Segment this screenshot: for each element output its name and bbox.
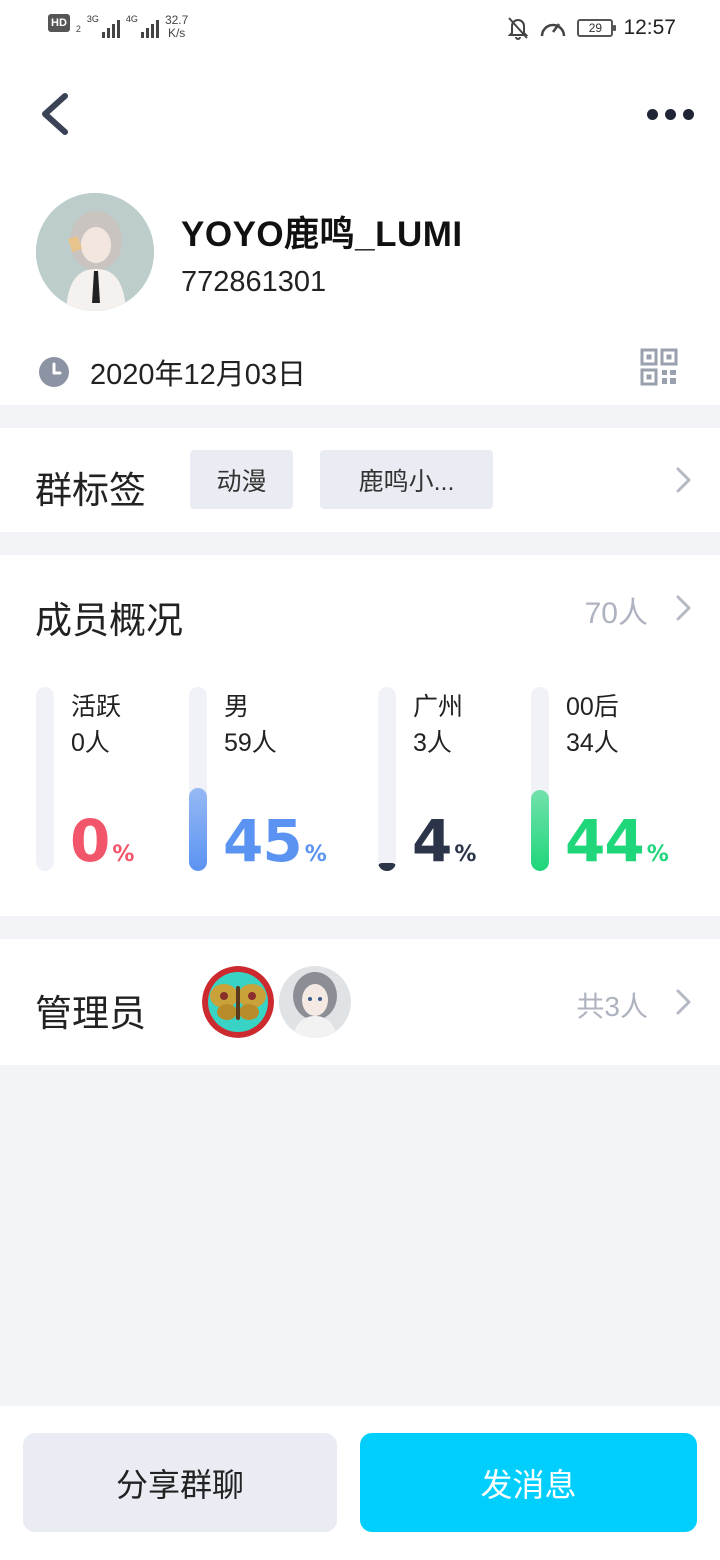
chevron-right-icon	[676, 989, 691, 1015]
chevron-right-icon	[676, 467, 691, 493]
net-type-4g: 4G	[125, 14, 138, 24]
stat-bar-track	[378, 687, 396, 871]
stat-label: 广州	[413, 693, 464, 721]
signal-3g-icon: 3G	[87, 14, 120, 38]
stat-label: 00后	[566, 693, 619, 721]
stat-bar-fill	[189, 788, 207, 871]
clock-icon	[39, 357, 69, 387]
stat-count: 3人	[413, 729, 452, 757]
stat-percent: 45%	[223, 807, 327, 875]
chevron-left-icon	[42, 93, 68, 135]
admin-count: 共3人	[576, 991, 648, 1022]
group-name: YOYO鹿鸣_LUMI	[181, 215, 463, 254]
avatar-image	[36, 193, 154, 311]
group-id: 772861301	[181, 266, 327, 298]
stat-male: 男 59人 45%	[189, 687, 349, 875]
more-button[interactable]	[640, 98, 700, 130]
signal-4g-icon: 4G	[126, 14, 159, 38]
girl-avatar-image	[279, 966, 351, 1038]
speed-value: 32.7	[164, 13, 189, 27]
battery-icon: 29	[577, 19, 617, 37]
bottom-action-bar: 分享群聊 发消息	[0, 1406, 720, 1560]
stat-percent: 0%	[70, 807, 134, 875]
admin-avatar[interactable]	[202, 966, 274, 1038]
admin-avatar[interactable]	[279, 966, 351, 1038]
member-count[interactable]: 70人	[585, 588, 648, 632]
group-avatar[interactable]	[36, 193, 154, 311]
status-right: 29 12:57	[507, 16, 676, 40]
tags-title: 群标签	[35, 470, 146, 511]
stat-age: 00后 34人 44%	[531, 687, 691, 875]
butterfly-avatar-image	[202, 966, 274, 1038]
group-profile-card: YOYO鹿鸣_LUMI 772861301 2020年12月03日	[0, 60, 720, 405]
stat-percent: 44%	[565, 807, 669, 875]
net-type-3g: 3G	[86, 14, 99, 24]
stat-count: 34人	[566, 729, 619, 757]
qr-code-button[interactable]	[640, 348, 678, 386]
stat-bar-track	[189, 687, 207, 871]
admins-row[interactable]: 管理员 共3人	[0, 939, 720, 1065]
qr-code-icon	[640, 348, 678, 386]
created-date: 2020年12月03日	[90, 359, 307, 391]
stat-bar-track	[36, 687, 54, 871]
clock: 12:57	[623, 16, 676, 39]
hd-sub: 2	[75, 24, 81, 34]
stat-bar-track	[531, 687, 549, 871]
mute-bell-icon	[508, 17, 529, 40]
stat-bar-fill	[531, 790, 549, 871]
stat-label: 活跃	[71, 693, 122, 721]
status-bar: HD 2 3G 4G 32.7 K/s 29 12:57	[0, 0, 720, 60]
hd-badge: HD	[48, 14, 70, 32]
member-overview-card: 成员概况 70人 活跃 0人 0% 男 59人 45% 广州 3人 4% 00后…	[0, 555, 720, 916]
stat-count: 59人	[224, 729, 277, 757]
stat-label: 男	[224, 693, 250, 721]
created-date-row: 2020年12月03日	[38, 351, 306, 393]
network-speed: 32.7 K/s	[165, 14, 188, 40]
speedometer-icon	[541, 23, 566, 37]
stat-city: 广州 3人 4%	[378, 687, 538, 875]
admins-title: 管理员	[35, 993, 146, 1034]
status-left: HD 2 3G 4G 32.7 K/s	[48, 14, 188, 40]
speed-unit: K/s	[167, 26, 186, 40]
stat-active: 活跃 0人 0%	[36, 687, 196, 875]
stat-percent: 4%	[412, 807, 476, 875]
share-group-button[interactable]: 分享群聊	[23, 1433, 337, 1532]
members-title: 成员概况	[35, 600, 183, 641]
stat-count: 0人	[71, 729, 110, 757]
send-message-button[interactable]: 发消息	[360, 1433, 697, 1532]
more-dots-icon	[646, 108, 658, 120]
stat-bar-fill	[378, 863, 396, 871]
back-button[interactable]	[34, 90, 74, 138]
tag-chip[interactable]: 鹿鸣小...	[320, 450, 493, 509]
group-tags-row[interactable]: 群标签 动漫 鹿鸣小...	[0, 428, 720, 532]
chevron-right-icon[interactable]	[674, 594, 694, 622]
tag-chip[interactable]: 动漫	[190, 450, 293, 509]
